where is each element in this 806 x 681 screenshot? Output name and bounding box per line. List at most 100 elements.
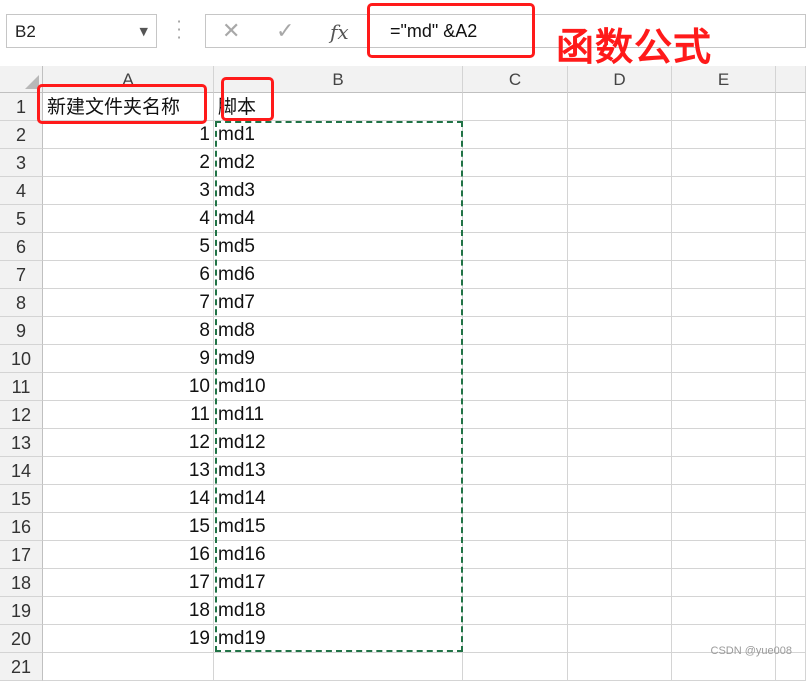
- cell-c4[interactable]: [463, 177, 568, 205]
- cell-d12[interactable]: [568, 401, 672, 429]
- cell-e17[interactable]: [672, 541, 776, 569]
- cell-b19[interactable]: md18: [214, 597, 463, 625]
- row-header[interactable]: 13: [0, 429, 43, 457]
- cell-c17[interactable]: [463, 541, 568, 569]
- cell-a21[interactable]: [43, 653, 214, 681]
- cell-e14[interactable]: [672, 457, 776, 485]
- checkmark-icon[interactable]: ✓: [276, 19, 294, 44]
- cell-a3[interactable]: 2: [43, 149, 214, 177]
- cell-b15[interactable]: md14: [214, 485, 463, 513]
- cell-a13[interactable]: 12: [43, 429, 214, 457]
- cell-a7[interactable]: 6: [43, 261, 214, 289]
- cell-b8[interactable]: md7: [214, 289, 463, 317]
- cell-e18[interactable]: [672, 569, 776, 597]
- cell-c14[interactable]: [463, 457, 568, 485]
- column-header-f[interactable]: [776, 66, 806, 93]
- row-header[interactable]: 12: [0, 401, 43, 429]
- cell-e13[interactable]: [672, 429, 776, 457]
- row-header[interactable]: 4: [0, 177, 43, 205]
- cell-b7[interactable]: md6: [214, 261, 463, 289]
- cell-f18[interactable]: [776, 569, 806, 597]
- cell-f4[interactable]: [776, 177, 806, 205]
- row-header[interactable]: 14: [0, 457, 43, 485]
- cell-b13[interactable]: md12: [214, 429, 463, 457]
- cell-f15[interactable]: [776, 485, 806, 513]
- row-header[interactable]: 6: [0, 233, 43, 261]
- cell-a9[interactable]: 8: [43, 317, 214, 345]
- cell-c8[interactable]: [463, 289, 568, 317]
- cell-d21[interactable]: [568, 653, 672, 681]
- column-header-d[interactable]: D: [568, 66, 672, 93]
- cell-d19[interactable]: [568, 597, 672, 625]
- cell-a14[interactable]: 13: [43, 457, 214, 485]
- cell-c11[interactable]: [463, 373, 568, 401]
- cell-c6[interactable]: [463, 233, 568, 261]
- cell-c15[interactable]: [463, 485, 568, 513]
- cell-b17[interactable]: md16: [214, 541, 463, 569]
- row-header[interactable]: 3: [0, 149, 43, 177]
- row-header[interactable]: 11: [0, 373, 43, 401]
- cell-d11[interactable]: [568, 373, 672, 401]
- cell-c10[interactable]: [463, 345, 568, 373]
- cell-f21[interactable]: [776, 653, 806, 681]
- cell-f9[interactable]: [776, 317, 806, 345]
- name-box[interactable]: B2 ▼: [6, 14, 157, 48]
- row-header[interactable]: 17: [0, 541, 43, 569]
- cell-e2[interactable]: [672, 121, 776, 149]
- cell-f6[interactable]: [776, 233, 806, 261]
- cell-f19[interactable]: [776, 597, 806, 625]
- cell-d2[interactable]: [568, 121, 672, 149]
- column-header-e[interactable]: E: [672, 66, 776, 93]
- cell-b11[interactable]: md10: [214, 373, 463, 401]
- fx-icon[interactable]: fx: [330, 20, 349, 44]
- cell-a19[interactable]: 18: [43, 597, 214, 625]
- cell-f1[interactable]: [776, 93, 806, 121]
- cell-d17[interactable]: [568, 541, 672, 569]
- cell-e19[interactable]: [672, 597, 776, 625]
- row-header[interactable]: 5: [0, 205, 43, 233]
- cell-b9[interactable]: md8: [214, 317, 463, 345]
- cell-e11[interactable]: [672, 373, 776, 401]
- cell-c9[interactable]: [463, 317, 568, 345]
- cell-b21[interactable]: [214, 653, 463, 681]
- cell-a16[interactable]: 15: [43, 513, 214, 541]
- cell-c19[interactable]: [463, 597, 568, 625]
- row-header[interactable]: 15: [0, 485, 43, 513]
- cell-b3[interactable]: md2: [214, 149, 463, 177]
- cell-e7[interactable]: [672, 261, 776, 289]
- drag-handle-icon[interactable]: · · ·: [175, 14, 183, 46]
- cell-a11[interactable]: 10: [43, 373, 214, 401]
- cell-e10[interactable]: [672, 345, 776, 373]
- cell-b4[interactable]: md3: [214, 177, 463, 205]
- cell-e21[interactable]: [672, 653, 776, 681]
- cell-a5[interactable]: 4: [43, 205, 214, 233]
- cell-d1[interactable]: [568, 93, 672, 121]
- cell-d20[interactable]: [568, 625, 672, 653]
- cell-f11[interactable]: [776, 373, 806, 401]
- cell-b18[interactable]: md17: [214, 569, 463, 597]
- row-header[interactable]: 9: [0, 317, 43, 345]
- cell-c12[interactable]: [463, 401, 568, 429]
- cell-d13[interactable]: [568, 429, 672, 457]
- cell-a12[interactable]: 11: [43, 401, 214, 429]
- cell-a2[interactable]: 1: [43, 121, 214, 149]
- cell-c21[interactable]: [463, 653, 568, 681]
- row-header[interactable]: 7: [0, 261, 43, 289]
- cell-c16[interactable]: [463, 513, 568, 541]
- cell-f5[interactable]: [776, 205, 806, 233]
- cell-a18[interactable]: 17: [43, 569, 214, 597]
- row-header[interactable]: 20: [0, 625, 43, 653]
- row-header[interactable]: 16: [0, 513, 43, 541]
- cell-b12[interactable]: md11: [214, 401, 463, 429]
- cell-a10[interactable]: 9: [43, 345, 214, 373]
- cell-d15[interactable]: [568, 485, 672, 513]
- row-header[interactable]: 2: [0, 121, 43, 149]
- cell-b20[interactable]: md19: [214, 625, 463, 653]
- cell-f17[interactable]: [776, 541, 806, 569]
- cell-e6[interactable]: [672, 233, 776, 261]
- cell-e1[interactable]: [672, 93, 776, 121]
- cell-e5[interactable]: [672, 205, 776, 233]
- cell-a4[interactable]: 3: [43, 177, 214, 205]
- cell-c20[interactable]: [463, 625, 568, 653]
- cell-d8[interactable]: [568, 289, 672, 317]
